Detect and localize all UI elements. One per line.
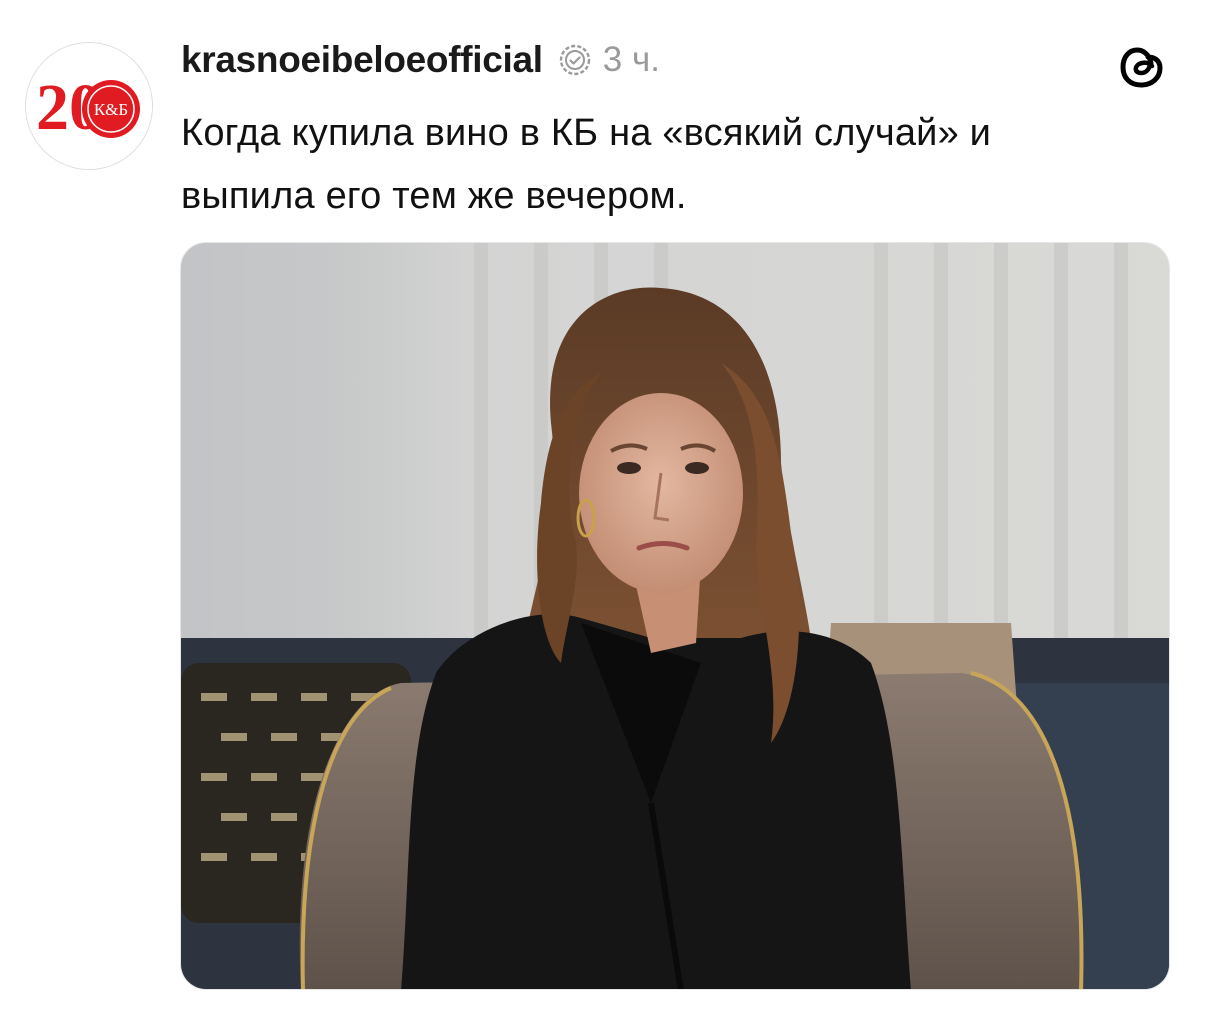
username[interactable]: krasnoeibeloeofficial — [181, 39, 543, 81]
threads-logo-icon[interactable] — [1117, 42, 1167, 92]
post-image[interactable] — [180, 242, 1170, 990]
logo-text: К&Б — [94, 100, 128, 119]
post-text-line: Когда купила вино в КБ на «всякий случай… — [181, 112, 992, 154]
post-time: 3 ч. — [602, 40, 660, 79]
verified-badge-icon — [557, 42, 593, 78]
photo-illustration — [181, 243, 1169, 989]
kb-logo: 20 К&Б — [26, 43, 152, 169]
post-header: krasnoeibeloeofficial 3 ч. — [181, 34, 660, 86]
post-text: Когда купила вино в КБ на «всякий случай… — [181, 102, 1171, 228]
post-text-line: выпила его тем же вечером. — [181, 175, 687, 217]
threads-post: 20 К&Б krasnoeibeloeofficial 3 ч. Когда … — [0, 0, 1206, 1023]
avatar[interactable]: 20 К&Б — [25, 42, 153, 170]
